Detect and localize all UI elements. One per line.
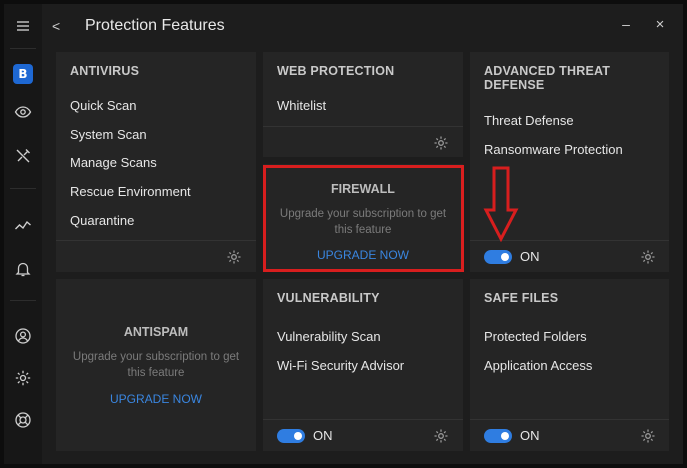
rail-utilities-button[interactable]	[4, 138, 42, 174]
advanced-threat-defense-toggle[interactable]	[484, 250, 512, 264]
rail-activity-button[interactable]	[4, 207, 42, 243]
whitelist-link[interactable]: Whitelist	[277, 98, 326, 113]
gear-icon	[434, 136, 448, 150]
antivirus-settings-button[interactable]	[226, 249, 242, 265]
settings-gear-icon	[15, 370, 31, 386]
menu-button[interactable]	[4, 8, 42, 44]
rail-notifications-button[interactable]	[4, 251, 42, 287]
card-footer	[263, 126, 463, 158]
bell-icon	[15, 262, 31, 277]
eye-icon	[14, 106, 32, 118]
card-footer: ON	[470, 419, 669, 451]
activity-chart-icon	[15, 220, 31, 230]
toggle-state-label: ON	[313, 428, 333, 443]
annotation-arrow-icon	[483, 166, 519, 242]
upgrade-message: Upgrade your subscription to get this fe…	[72, 351, 240, 379]
page-title: Protection Features	[85, 17, 225, 34]
card-footer	[56, 240, 256, 272]
safe-files-settings-button[interactable]	[640, 428, 656, 444]
back-button[interactable]: <	[52, 18, 60, 34]
vulnerability-settings-button[interactable]	[433, 428, 449, 444]
left-rail: B	[4, 4, 42, 464]
tools-icon	[16, 149, 30, 163]
account-icon	[15, 328, 31, 344]
vulnerability-toggle[interactable]	[277, 429, 305, 443]
antivirus-card: ANTIVIRUS Quick Scan System Scan Manage …	[56, 52, 256, 272]
web-protection-card: WEB PROTECTION Whitelist	[263, 52, 463, 157]
wifi-security-advisor-link[interactable]: Wi-Fi Security Advisor	[277, 358, 404, 373]
protected-folders-link[interactable]: Protected Folders	[484, 329, 587, 344]
antispam-card: ANTISPAM Upgrade your subscription to ge…	[56, 279, 256, 451]
rail-divider	[10, 300, 36, 301]
vulnerability-scan-link[interactable]: Vulnerability Scan	[277, 329, 381, 344]
ransomware-protection-link[interactable]: Ransomware Protection	[484, 142, 623, 157]
card-title: ANTIVIRUS	[70, 64, 140, 78]
toggle-state-label: ON	[520, 249, 540, 264]
gear-icon	[227, 250, 241, 264]
card-footer: ON	[470, 240, 669, 272]
application-access-link[interactable]: Application Access	[484, 358, 592, 373]
brand-logo-icon: B	[13, 64, 33, 84]
rail-dashboard-button[interactable]: B	[4, 56, 42, 92]
gear-icon	[641, 429, 655, 443]
close-button[interactable]: ×	[650, 16, 670, 36]
brand-letter: B	[18, 67, 28, 81]
advanced-threat-defense-settings-button[interactable]	[640, 249, 656, 265]
rescue-environment-link[interactable]: Rescue Environment	[70, 184, 191, 199]
card-title: ANTISPAM	[123, 325, 189, 339]
manage-scans-link[interactable]: Manage Scans	[70, 155, 157, 170]
rail-privacy-button[interactable]	[4, 94, 42, 130]
minimize-button[interactable]: –	[616, 16, 636, 36]
card-title: VULNERABILITY	[277, 291, 380, 305]
rail-settings-button[interactable]	[4, 360, 42, 396]
firewall-highlight-box	[263, 165, 464, 272]
screenshot-frame: B < Protection Features – × ANTIVIRUS Qu…	[0, 0, 687, 468]
card-footer: ON	[263, 419, 463, 451]
safe-files-card: SAFE FILES Protected Folders Application…	[470, 279, 669, 451]
title-bar: < Protection Features – ×	[42, 4, 683, 48]
rail-support-button[interactable]	[4, 402, 42, 438]
gear-icon	[434, 429, 448, 443]
hamburger-icon	[17, 21, 29, 31]
card-title: ADVANCED THREAT DEFENSE	[484, 64, 611, 92]
rail-divider	[10, 48, 36, 49]
card-title: WEB PROTECTION	[277, 64, 395, 78]
app-window: B < Protection Features – × ANTIVIRUS Qu…	[4, 4, 683, 464]
quick-scan-link[interactable]: Quick Scan	[70, 98, 136, 113]
card-title: SAFE FILES	[484, 291, 559, 305]
toggle-state-label: ON	[520, 428, 540, 443]
gear-icon	[641, 250, 655, 264]
antispam-upgrade-link[interactable]: UPGRADE NOW	[56, 392, 256, 406]
rail-divider	[10, 188, 36, 189]
quarantine-link[interactable]: Quarantine	[70, 213, 134, 228]
web-protection-settings-button[interactable]	[433, 135, 449, 151]
system-scan-link[interactable]: System Scan	[70, 127, 147, 142]
vulnerability-card: VULNERABILITY Vulnerability Scan Wi-Fi S…	[263, 279, 463, 451]
rail-account-button[interactable]	[4, 318, 42, 354]
safe-files-toggle[interactable]	[484, 429, 512, 443]
threat-defense-link[interactable]: Threat Defense	[484, 113, 574, 128]
lifebuoy-icon	[15, 412, 31, 428]
